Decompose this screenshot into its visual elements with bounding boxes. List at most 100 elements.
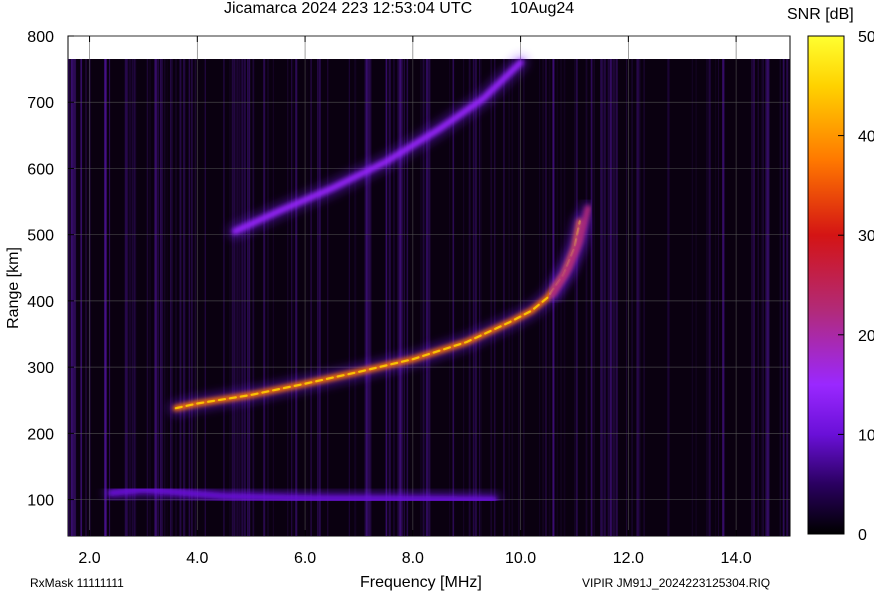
noise-streak	[560, 59, 562, 536]
y-axis-label: Range [km]	[5, 247, 22, 329]
file-name-label: VIPIR JM91J_2024223125304.RIQ	[582, 576, 771, 590]
noise-streak	[74, 59, 77, 536]
noise-streak	[247, 59, 249, 536]
noise-streak	[403, 59, 405, 536]
noise-streak	[306, 59, 308, 536]
y-tick-label: 800	[27, 29, 54, 46]
noise-streak	[617, 59, 618, 536]
chart-title-text: Jicamarca 2024 223 12:53:04 UTC	[224, 0, 473, 17]
noise-streak	[127, 59, 129, 536]
chart-title: Jicamarca 2024 223 12:53:04 UTC 10Aug24	[224, 0, 574, 18]
noise-streak	[245, 59, 246, 536]
y-tick-label: 400	[27, 294, 54, 311]
noise-streak	[170, 59, 172, 536]
noise-streak	[400, 59, 403, 536]
noise-streak	[243, 59, 244, 536]
y-axis: 100 200 300 400 500 600 700 800	[27, 29, 74, 510]
noise-streak	[767, 59, 770, 536]
noise-streak	[68, 59, 70, 536]
noise-streak	[85, 59, 87, 536]
noise-streak	[631, 59, 633, 536]
colorbar-tick-label: 30	[858, 228, 874, 245]
noise-streak	[179, 59, 182, 536]
colorbar	[807, 35, 845, 535]
noise-streak	[272, 59, 274, 536]
noise-streak	[157, 59, 159, 536]
noise-streak	[190, 59, 193, 536]
noise-streak	[252, 59, 255, 536]
noise-streak	[365, 59, 368, 536]
rx-mask-label: RxMask 11111111	[30, 576, 124, 590]
noise-streak	[574, 59, 576, 536]
noise-streak	[229, 59, 231, 536]
noise-streak	[385, 59, 387, 536]
x-tick-label: 2.0	[78, 550, 100, 567]
noise-streak	[369, 59, 372, 536]
noise-streak	[134, 59, 137, 536]
noise-streak	[695, 59, 698, 536]
noise-streak	[612, 59, 615, 536]
noise-streak	[386, 59, 388, 536]
noise-streak	[709, 59, 711, 536]
noise-streak	[318, 59, 321, 536]
noise-streak	[233, 59, 235, 536]
y-tick-label: 100	[27, 493, 54, 510]
noise-streak	[463, 59, 465, 536]
noise-streak	[607, 59, 610, 536]
x-tick-label: 10.0	[505, 550, 536, 567]
x-tick-label: 12.0	[613, 550, 644, 567]
noise-streak	[183, 59, 186, 536]
noise-streak	[406, 59, 409, 536]
noise-streak	[129, 59, 131, 536]
noise-streak	[789, 59, 790, 536]
noise-streak	[159, 59, 162, 536]
noise-streak	[388, 59, 391, 536]
colorbar-tick-label: 50	[858, 29, 874, 46]
noise-streak	[133, 59, 135, 536]
y-tick-label: 500	[27, 228, 54, 245]
noise-streak	[127, 59, 128, 536]
y-tick-label: 300	[27, 360, 54, 377]
colorbar-tick-label: 20	[858, 328, 874, 345]
noise-streak	[175, 59, 177, 536]
noise-streak	[609, 59, 612, 536]
noise-streak	[452, 59, 455, 536]
chart-date: 10Aug24	[510, 0, 575, 17]
colorbar-tick-label: 40	[858, 129, 874, 146]
noise-streak	[762, 59, 764, 536]
noise-streak	[327, 59, 329, 536]
noise-streak	[779, 59, 781, 536]
noise-streak	[753, 59, 755, 536]
noise-streak	[234, 59, 236, 536]
noise-streak	[291, 59, 294, 536]
noise-streak	[130, 59, 132, 536]
noise-streak	[146, 59, 149, 536]
noise-streak	[475, 59, 477, 536]
x-tick-label: 6.0	[294, 550, 316, 567]
y-tick-label: 700	[27, 95, 54, 112]
noise-streak	[614, 59, 616, 536]
noise-streak	[601, 59, 603, 536]
noise-streak	[494, 59, 496, 536]
noise-streak	[503, 59, 505, 536]
noise-streak	[591, 59, 593, 536]
noise-streak	[420, 59, 422, 536]
noise-streak	[691, 59, 694, 536]
ionogram-chart: 2.0 4.0 6.0 8.0 10.0 12.0 14.0 100200300400500…	[27, 29, 874, 567]
noise-streak	[585, 59, 588, 536]
noise-streak	[783, 59, 785, 536]
noise-streak	[166, 59, 168, 536]
noise-streak	[490, 59, 492, 536]
x-tick-label: 4.0	[186, 550, 208, 567]
noise-streak	[636, 59, 639, 536]
noise-streak	[248, 59, 250, 536]
noise-streak	[576, 59, 578, 536]
noise-streak	[105, 59, 107, 536]
noise-streak	[154, 59, 157, 536]
noise-streak	[751, 59, 753, 536]
x-tick-label: 8.0	[402, 550, 424, 567]
noise-streak	[164, 59, 166, 536]
noise-streak	[348, 59, 350, 536]
noise-streak	[171, 59, 173, 536]
noise-streak	[263, 59, 266, 536]
